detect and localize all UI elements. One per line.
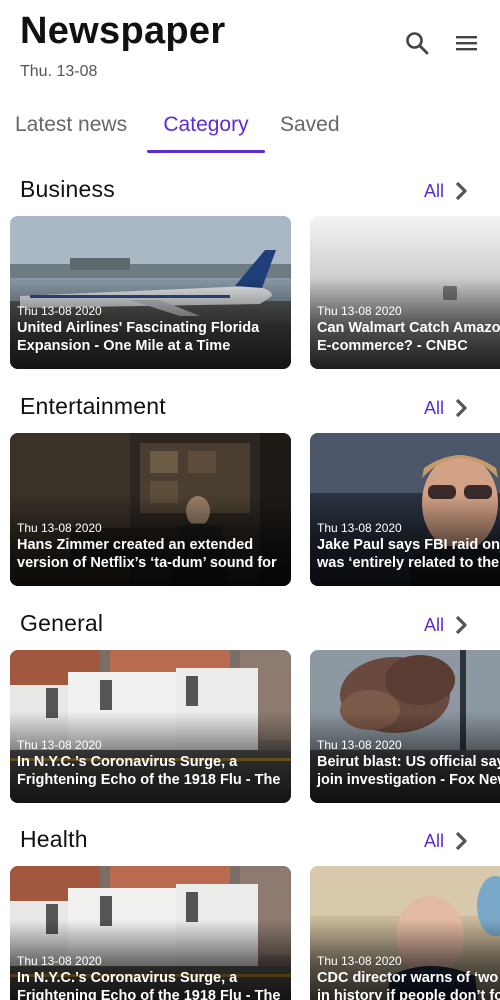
active-tab-indicator (147, 150, 265, 153)
chevron-right-icon (455, 615, 467, 635)
tab-category[interactable]: Category (147, 106, 265, 152)
section-title: Business (20, 176, 115, 202)
article-title-line: Beirut blast: US official say (317, 754, 500, 770)
article-title: In N.Y.C.’s Coronavirus Surge, a Frighte… (17, 753, 291, 789)
article-title: Beirut blast: US official say join inves… (317, 753, 500, 789)
see-all-button[interactable]: All (424, 612, 468, 638)
article-date: Thu 13-08 2020 (317, 304, 402, 318)
section-business: Business All Thu 13-08 2020 United Airli… (0, 176, 500, 386)
article-title-line: Expansion - One Mile at a Time (17, 338, 231, 354)
article-date: Thu 13-08 2020 (17, 738, 102, 752)
article-title-line: E-commerce? - CNBC (317, 338, 468, 354)
article-card[interactable]: Thu 13-08 2020 CDC director warns of ‘wo… (310, 866, 500, 1000)
article-card[interactable]: Thu 13-08 2020 Hans Zimmer created an ex… (10, 433, 291, 586)
article-title-line: version of Netflix’s ‘ta-dum’ sound for (17, 555, 277, 571)
article-title-line: Jake Paul says FBI raid on h (317, 537, 500, 553)
chevron-right-icon (455, 181, 467, 201)
section-title: General (20, 610, 104, 636)
app-title: Newspaper (20, 10, 226, 52)
article-title: United Airlines' Fascinating Florida Exp… (17, 319, 291, 355)
article-title: Jake Paul says FBI raid on h was ‘entire… (317, 536, 500, 572)
search-icon[interactable] (402, 28, 432, 58)
article-title-line: United Airlines' Fascinating Florida (17, 320, 260, 336)
article-card[interactable]: Thu 13-08 2020 Jake Paul says FBI raid o… (310, 433, 500, 586)
see-all-button[interactable]: All (424, 178, 468, 204)
section-health: Health All Thu 13-08 2020 In N.Y.C.’s Co… (0, 826, 500, 1000)
article-date: Thu 13-08 2020 (317, 521, 402, 535)
tab-latest-news[interactable]: Latest news (15, 106, 127, 152)
article-card[interactable]: Thu 13-08 2020 Can Walmart Catch Amazo E… (310, 216, 500, 369)
article-date: Thu 13-08 2020 (17, 954, 102, 968)
see-all-label: All (424, 830, 445, 851)
article-title-line: In N.Y.C.’s Coronavirus Surge, a (17, 970, 238, 986)
current-date: Thu. 13-08 (20, 63, 98, 80)
article-date: Thu 13-08 2020 (317, 738, 402, 752)
article-date: Thu 13-08 2020 (317, 954, 402, 968)
chevron-right-icon (455, 831, 467, 851)
article-title-line: Frightening Echo of the 1918 Flu - The (17, 988, 281, 1000)
article-title: Hans Zimmer created an extended version … (17, 536, 291, 572)
article-card[interactable]: Thu 13-08 2020 United Airlines' Fascinat… (10, 216, 291, 369)
app-header: Newspaper Thu. 13-08 (0, 0, 500, 92)
see-all-button[interactable]: All (424, 395, 468, 421)
see-all-button[interactable]: All (424, 828, 468, 854)
see-all-label: All (424, 614, 445, 635)
section-general: General All Thu 13-08 2020 In N.Y.C.’s C… (0, 610, 500, 820)
section-title: Entertainment (20, 393, 166, 419)
section-title: Health (20, 826, 88, 852)
section-entertainment: Entertainment All Thu 13-08 2020 Hans Zi… (0, 393, 500, 603)
article-card[interactable]: Thu 13-08 2020 Beirut blast: US official… (310, 650, 500, 803)
article-title-line: Can Walmart Catch Amazo (317, 320, 500, 336)
article-title-line: in history if people don’t fo (317, 988, 500, 1000)
article-title-line: join investigation - Fox New (317, 772, 500, 788)
article-title-line: Frightening Echo of the 1918 Flu - The (17, 772, 281, 788)
menu-icon[interactable] (451, 28, 481, 58)
chevron-right-icon (455, 398, 467, 418)
article-title-line: CDC director warns of ‘wo (317, 970, 499, 986)
article-title: Can Walmart Catch Amazo E-commerce? - CN… (317, 319, 500, 355)
article-date: Thu 13-08 2020 (17, 304, 102, 318)
article-card[interactable]: Thu 13-08 2020 In N.Y.C.’s Coronavirus S… (10, 650, 291, 803)
article-title-line: was ‘entirely related to the (317, 555, 500, 571)
article-title-line: In N.Y.C.’s Coronavirus Surge, a (17, 754, 238, 770)
see-all-label: All (424, 397, 445, 418)
article-date: Thu 13-08 2020 (17, 521, 102, 535)
article-title: In N.Y.C.’s Coronavirus Surge, a Frighte… (17, 969, 291, 1000)
article-card[interactable]: Thu 13-08 2020 In N.Y.C.’s Coronavirus S… (10, 866, 291, 1000)
article-title: CDC director warns of ‘wo in history if … (317, 969, 500, 1000)
see-all-label: All (424, 180, 445, 201)
tab-saved[interactable]: Saved (280, 106, 340, 152)
article-title-line: Hans Zimmer created an extended (17, 537, 254, 553)
tab-bar: Latest news Category Saved (0, 106, 500, 154)
